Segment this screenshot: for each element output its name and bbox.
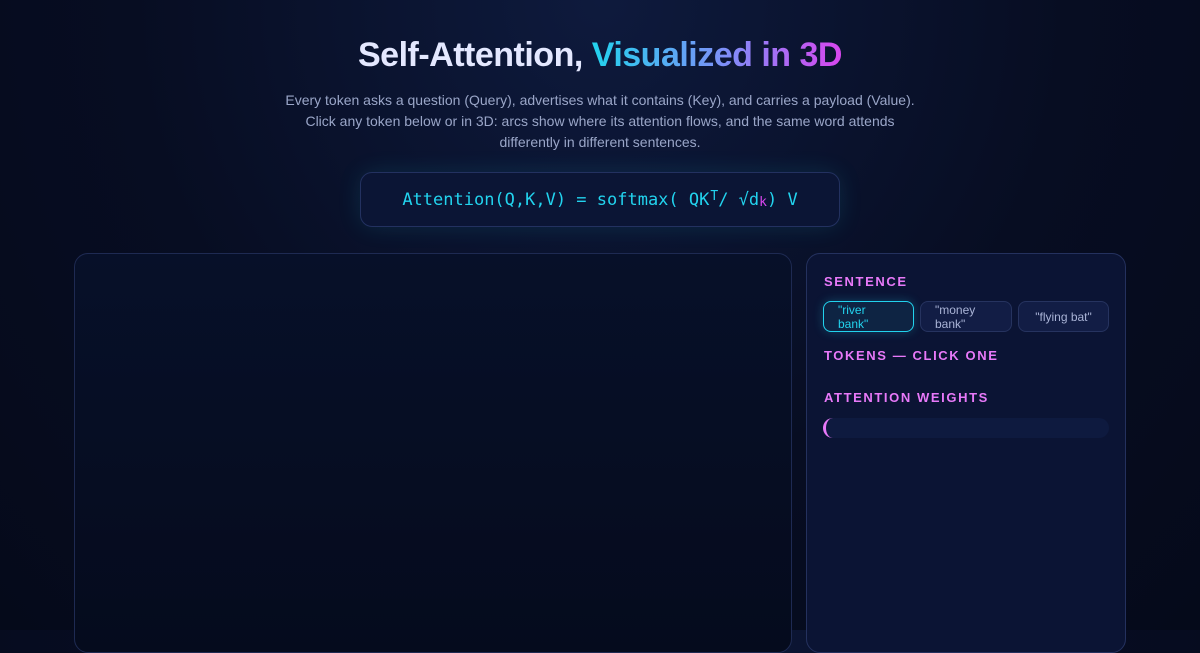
title-plain: Self-Attention, bbox=[357, 36, 583, 74]
subtitle-line: Every token asks a question (Query), adv… bbox=[285, 92, 915, 108]
attention-formula: Attention(Q,K,V) = softmax( QK T / √d k ) … bbox=[360, 172, 840, 227]
sentence-chip-river-bank[interactable]: "river bank" bbox=[823, 301, 914, 332]
formula-middle: / √d bbox=[718, 189, 760, 210]
sentence-chip-money-bank[interactable]: "money bank" bbox=[920, 301, 1012, 332]
page-subtitle: Every token asks a question (Query), adv… bbox=[260, 90, 940, 153]
formula-prefix: Attention(Q,K,V) = softmax( QK bbox=[402, 189, 710, 210]
title-highlight: Visualized in 3D bbox=[591, 36, 843, 74]
attention-weights-track bbox=[823, 418, 1109, 438]
attention-weights-label: ATTENTION WEIGHTS bbox=[824, 390, 989, 405]
sentence-selector: "river bank" "money bank" "flying bat" bbox=[823, 301, 1109, 332]
page-title: Self-Attention, Visualized in 3D bbox=[0, 36, 1200, 75]
sentence-chip-flying-bat[interactable]: "flying bat" bbox=[1018, 301, 1109, 332]
formula-transpose: T bbox=[710, 189, 719, 204]
control-panel: SENTENCE "river bank" "money bank" "flyi… bbox=[806, 253, 1126, 653]
formula-subscript: k bbox=[759, 195, 767, 210]
loading-spinner-icon bbox=[823, 418, 843, 438]
3d-viewport[interactable] bbox=[74, 253, 792, 653]
tokens-label: TOKENS — CLICK ONE bbox=[824, 348, 999, 363]
subtitle-line: Click any token below or in 3D: arcs sho… bbox=[305, 113, 895, 129]
sentence-label: SENTENCE bbox=[824, 274, 908, 289]
subtitle-line: differently in different sentences. bbox=[499, 134, 701, 150]
formula-suffix: ) V bbox=[766, 189, 798, 210]
